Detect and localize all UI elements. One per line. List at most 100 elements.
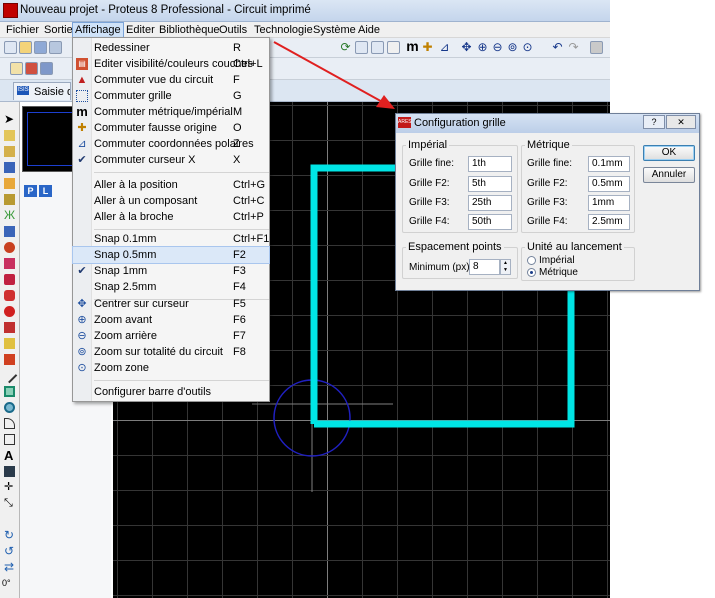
dimension-tool-icon[interactable]: ⤡ bbox=[4, 498, 15, 509]
circle-tool-icon[interactable] bbox=[4, 402, 15, 413]
menu-item-commuter-vue[interactable]: ▲ Commuter vue du circuit F bbox=[73, 72, 269, 88]
imperial-grille-f2-input[interactable]: 5th bbox=[468, 176, 512, 192]
mirror-icon[interactable]: ⇄ bbox=[4, 561, 15, 573]
tool-palette: ➤ Ж A ✛ ⤡ ↻ ↺ ⇄ bbox=[0, 102, 20, 598]
menu-item-configurer-barre[interactable]: Configurer barre d'outils bbox=[73, 384, 269, 400]
new-file-icon[interactable] bbox=[4, 41, 17, 54]
menu-item-zoom-avant[interactable]: ⊕ Zoom avant F6 bbox=[73, 312, 269, 328]
menu-item-aller-broche[interactable]: Aller à la broche Ctrl+P bbox=[73, 209, 269, 225]
package-tool-icon[interactable] bbox=[4, 146, 15, 157]
via-tool-icon[interactable] bbox=[4, 178, 15, 189]
component-mode-icon[interactable] bbox=[10, 62, 23, 75]
pin-mode-icon[interactable] bbox=[25, 62, 38, 75]
flip-toolbar-icon[interactable] bbox=[387, 41, 400, 54]
selection-tool-icon[interactable]: ➤ bbox=[4, 113, 15, 125]
menu-item-coordonnees-polaires[interactable]: ⊿ Commuter coordonnées polaires Z bbox=[73, 136, 269, 152]
menu-item-aller-position[interactable]: Aller à la position Ctrl+G bbox=[73, 177, 269, 193]
refresh-icon[interactable]: ⟳ bbox=[338, 40, 353, 55]
menu-fichier[interactable]: Fichier bbox=[4, 23, 41, 37]
polar-toolbar-icon[interactable]: ⊿ bbox=[437, 40, 452, 55]
box-tool-icon[interactable] bbox=[4, 386, 15, 397]
menu-item-commuter-grille[interactable]: Commuter grille G bbox=[73, 88, 269, 104]
padstack-icon[interactable] bbox=[4, 354, 15, 365]
metrique-grille-f4-input[interactable]: 2.5mm bbox=[588, 214, 630, 230]
menu-systeme[interactable]: Système bbox=[311, 23, 358, 37]
menu-aide[interactable]: Aide bbox=[356, 23, 382, 37]
dil-pad-icon[interactable] bbox=[4, 274, 15, 285]
menu-item-snap-01[interactable]: Snap 0.1mm Ctrl+F1 bbox=[73, 231, 269, 247]
redo-icon[interactable]: ↷ bbox=[566, 40, 581, 55]
grid-toolbar-icon[interactable] bbox=[371, 41, 384, 54]
menu-sortie[interactable]: Sortie bbox=[42, 23, 75, 37]
track-tool-icon[interactable] bbox=[4, 162, 15, 173]
save-icon[interactable] bbox=[34, 41, 47, 54]
zoom-all-toolbar-icon[interactable]: ⊚ bbox=[505, 40, 520, 55]
menu-item-zoom-totalite[interactable]: ⊚ Zoom sur totalité du circuit F8 bbox=[73, 344, 269, 360]
arc-tool-icon[interactable] bbox=[4, 418, 15, 429]
menu-item-aller-composant[interactable]: Aller à un composant Ctrl+C bbox=[73, 193, 269, 209]
annuler-button[interactable]: Annuler bbox=[643, 167, 695, 183]
undo-icon[interactable]: ↶ bbox=[550, 40, 565, 55]
zoom-area-toolbar-icon[interactable]: ⊙ bbox=[520, 40, 535, 55]
origin-toolbar-icon[interactable]: ✚ bbox=[420, 40, 435, 55]
menu-technologie[interactable]: Technologie bbox=[252, 23, 315, 37]
import-icon[interactable] bbox=[49, 41, 62, 54]
menu-outils[interactable]: Outils bbox=[217, 23, 249, 37]
menu-affichage[interactable]: Affichage bbox=[72, 22, 124, 38]
pan-icon[interactable]: ✥ bbox=[459, 40, 474, 55]
menu-item-editer-visibilite[interactable]: ▤ Editer visibilité/couleurs couches Ctr… bbox=[73, 56, 269, 72]
minimize-button[interactable]: ? bbox=[643, 115, 665, 129]
menu-item-redessiner[interactable]: Redessiner R bbox=[73, 40, 269, 56]
pick-button[interactable]: P bbox=[24, 185, 37, 197]
circle-pad-icon[interactable] bbox=[4, 306, 15, 317]
ok-button[interactable]: OK bbox=[643, 145, 695, 161]
symbol-tool-icon[interactable] bbox=[4, 466, 15, 477]
metrique-grille-f3-input[interactable]: 1mm bbox=[588, 195, 630, 211]
menu-item-zoom-zone[interactable]: ⊙ Zoom zone bbox=[73, 360, 269, 376]
connectivity-tool-icon[interactable] bbox=[4, 226, 15, 237]
menu-item-snap-05[interactable]: Snap 0.5mm F2 bbox=[72, 246, 270, 264]
metrique-grille-fine-input[interactable]: 0.1mm bbox=[588, 156, 630, 172]
square-pad-icon[interactable] bbox=[4, 258, 15, 269]
menu-editer[interactable]: Editer bbox=[124, 23, 157, 37]
smt-pad-icon[interactable] bbox=[4, 322, 15, 333]
minimum-px-spinner[interactable]: ▲ ▼ bbox=[500, 259, 511, 275]
toolbar-more-icon[interactable] bbox=[590, 41, 603, 54]
minimum-px-input[interactable]: 8 bbox=[469, 259, 500, 275]
ratsnest-tool-icon[interactable]: Ж bbox=[4, 209, 15, 221]
menu-item-fausse-origine[interactable]: ✚ Commuter fausse origine O bbox=[73, 120, 269, 136]
edge-pad-icon[interactable] bbox=[4, 290, 15, 301]
line-tool-icon[interactable] bbox=[1, 367, 18, 384]
library-button[interactable]: L bbox=[39, 185, 52, 197]
menu-item-snap-25[interactable]: Snap 2.5mm F4 bbox=[73, 279, 269, 295]
zone-tool-icon[interactable] bbox=[4, 194, 15, 205]
menu-item-commuter-metrique[interactable]: m Commuter métrique/impérial M bbox=[73, 104, 269, 120]
rotate-cw-icon[interactable]: ↻ bbox=[4, 529, 15, 541]
close-button[interactable]: ✕ bbox=[666, 115, 696, 129]
menu-bibliotheque[interactable]: Bibliothèque bbox=[157, 23, 222, 37]
menu-item-zoom-arriere[interactable]: ⊖ Zoom arrière F7 bbox=[73, 328, 269, 344]
grille-fine-label: Grille fine: bbox=[527, 158, 573, 169]
menu-item-curseur-x[interactable]: ✔ Commuter curseur X X bbox=[73, 152, 269, 168]
menu-item-centrer-curseur[interactable]: ✥ Centrer sur curseur F5 bbox=[73, 296, 269, 312]
polygon-pad-icon[interactable] bbox=[4, 338, 15, 349]
metrique-grille-f2-input[interactable]: 0.5mm bbox=[588, 176, 630, 192]
marker-tool-icon[interactable]: ✛ bbox=[4, 482, 15, 493]
radio-imperial[interactable] bbox=[527, 256, 536, 265]
path-tool-icon[interactable] bbox=[4, 434, 15, 445]
text-tool-icon[interactable]: A bbox=[4, 449, 15, 462]
imperial-grille-f3-input[interactable]: 25th bbox=[468, 195, 512, 211]
metric-toolbar-icon[interactable]: m bbox=[405, 39, 420, 54]
layers-toolbar-icon[interactable] bbox=[355, 41, 368, 54]
package-mode-icon[interactable] bbox=[40, 62, 53, 75]
imperial-grille-f4-input[interactable]: 50th bbox=[468, 214, 512, 230]
radio-metrique[interactable] bbox=[527, 268, 536, 277]
rotate-ccw-icon[interactable]: ↺ bbox=[4, 545, 15, 557]
component-tool-icon[interactable] bbox=[4, 130, 15, 141]
round-pad-icon[interactable] bbox=[4, 242, 15, 253]
open-folder-icon[interactable] bbox=[19, 41, 32, 54]
menu-item-snap-1[interactable]: ✔ Snap 1mm F3 bbox=[73, 263, 269, 279]
zoom-in-toolbar-icon[interactable]: ⊕ bbox=[475, 40, 490, 55]
zoom-out-toolbar-icon[interactable]: ⊖ bbox=[490, 40, 505, 55]
imperial-grille-fine-input[interactable]: 1th bbox=[468, 156, 512, 172]
